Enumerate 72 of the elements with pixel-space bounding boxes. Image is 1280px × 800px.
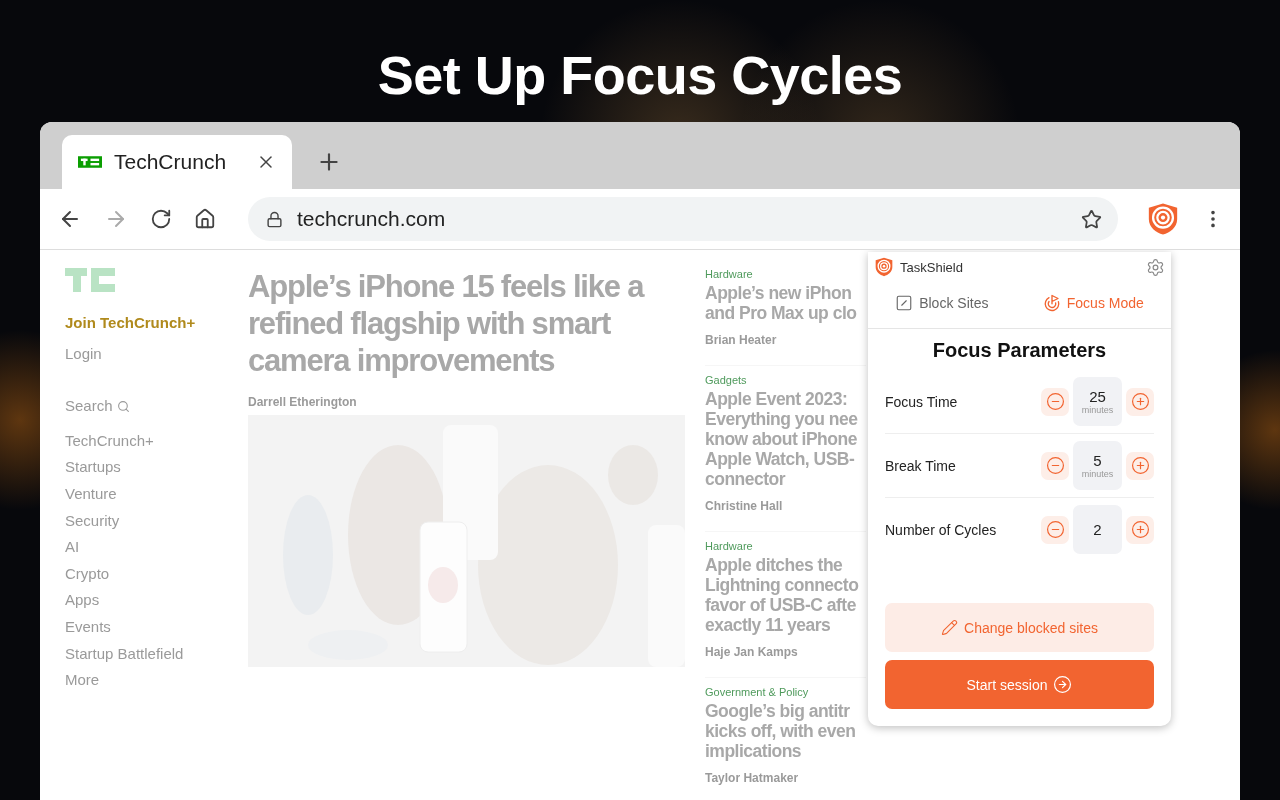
start-session-button[interactable]: Start session xyxy=(885,660,1154,709)
plus-icon xyxy=(1130,392,1150,411)
shield-logo-icon xyxy=(874,257,894,277)
nav-link[interactable]: More xyxy=(65,667,100,694)
minus-icon xyxy=(1045,392,1065,411)
plus-icon xyxy=(1130,520,1150,539)
story-author: Christine Hall xyxy=(705,499,783,513)
story-title[interactable]: Apple Event 2023: Everything you nee know about iPhone Apple Watch, USB- connector xyxy=(705,389,858,489)
search-link[interactable]: Search xyxy=(65,393,130,420)
parameter-value: 5 xyxy=(1093,452,1102,469)
nav-link[interactable]: Startup Battlefield xyxy=(65,640,184,668)
increase-button[interactable] xyxy=(1126,387,1154,416)
parameter-value: 25 xyxy=(1089,388,1106,405)
story-category[interactable]: Hardware xyxy=(705,268,753,280)
decrease-button[interactable] xyxy=(1041,387,1069,416)
minus-icon xyxy=(1045,520,1065,539)
pencil-icon xyxy=(941,619,959,636)
story-author: Brian Heater xyxy=(705,333,777,347)
unit-label: minutes xyxy=(1081,405,1114,415)
nav-link[interactable]: Crypto xyxy=(65,560,110,588)
nav-link[interactable]: Events xyxy=(65,613,111,641)
star-icon[interactable] xyxy=(1081,208,1102,230)
story-category[interactable]: Hardware xyxy=(705,540,753,552)
unit-label: minutes xyxy=(1081,469,1114,479)
parameter-label: Focus Time xyxy=(885,393,959,410)
decrease-button[interactable] xyxy=(1041,451,1069,480)
join-link[interactable]: Join TechCrunch+ xyxy=(65,310,196,337)
parameter-value: 2 xyxy=(1093,521,1102,538)
nav-link[interactable]: Startups xyxy=(65,454,121,481)
story-title[interactable]: Google’s big antitr kicks off, with even implications xyxy=(705,701,856,761)
change-sites-button[interactable]: Change blocked sites xyxy=(885,603,1154,652)
story-author: Taylor Hatmaker xyxy=(705,771,799,785)
section-heading: Focus Parameters xyxy=(931,339,1108,362)
decrease-button[interactable] xyxy=(1041,515,1069,544)
url-text: techcrunch.com xyxy=(297,207,447,231)
app-name: TaskShield xyxy=(900,259,964,275)
techcrunch-logo xyxy=(65,268,115,292)
minus-icon xyxy=(1045,456,1065,475)
story-title[interactable]: Apple ditches the Lightning connecto favor of USB-C afte exactly 11 years xyxy=(705,555,859,635)
nav-link[interactable]: Security xyxy=(65,507,120,535)
nav-link[interactable]: Venture xyxy=(65,480,117,508)
browser-tab[interactable]: TechCrunch xyxy=(62,135,292,189)
tab-title: TechCrunch xyxy=(114,150,228,174)
nav-link[interactable]: AI xyxy=(65,534,80,561)
shield-icon xyxy=(1146,202,1180,236)
mode-tab[interactable]: Focus Mode xyxy=(1038,292,1148,314)
address-bar[interactable]: techcrunch.com xyxy=(248,197,1118,241)
home-button[interactable] xyxy=(194,208,216,230)
story-category[interactable]: Government & Policy xyxy=(705,686,809,698)
story-title[interactable]: Apple’s new iPhon and Pro Max up clo xyxy=(705,283,857,323)
search-icon xyxy=(116,400,130,413)
mode-tab[interactable]: Block Sites xyxy=(891,292,993,314)
plus-icon xyxy=(1130,456,1150,475)
increase-button[interactable] xyxy=(1126,451,1154,480)
extension-button[interactable] xyxy=(1146,202,1180,236)
parameter-label: Break Time xyxy=(885,457,957,474)
reload-button[interactable] xyxy=(150,208,172,230)
nav-link[interactable]: Apps xyxy=(65,587,100,614)
target-icon xyxy=(1042,294,1061,312)
slashed-square-icon xyxy=(895,294,914,312)
story-author: Haje Jan Kamps xyxy=(705,645,798,659)
lock-icon xyxy=(266,210,283,228)
arrow-right-icon xyxy=(1053,675,1073,694)
story-category[interactable]: Gadgets xyxy=(705,374,747,386)
increase-button[interactable] xyxy=(1126,515,1154,544)
article-title[interactable]: Apple’s iPhone 15 feels like a refined flagship with smart camera improvements xyxy=(248,268,685,379)
article-author: Darrell Etherington xyxy=(248,395,357,409)
parameter-label: Number of Cycles xyxy=(885,521,998,538)
nav-link[interactable]: TechCrunch+ xyxy=(65,427,154,455)
settings-icon[interactable] xyxy=(1146,257,1165,277)
page-headline: Set Up Focus Cycles xyxy=(377,44,903,107)
login-link[interactable]: Login xyxy=(65,340,102,368)
